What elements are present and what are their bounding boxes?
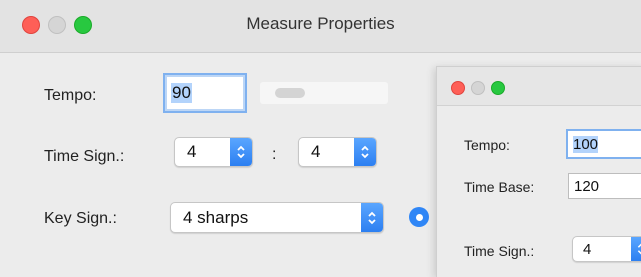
title-bar: Measure Properties	[0, 0, 641, 53]
time-sign-separator: :	[272, 146, 277, 163]
window-title: Measure Properties	[246, 14, 395, 33]
secondary-close-button[interactable]	[451, 81, 465, 95]
secondary-title-bar	[437, 67, 641, 106]
secondary-window: Tempo: 100 Time Base: 120 Time Sign.: 4	[436, 66, 641, 277]
tempo-value: 90	[171, 83, 192, 103]
secondary-time-base-label: Time Base:	[464, 179, 535, 195]
updown-icon	[361, 203, 383, 232]
updown-icon	[230, 138, 252, 166]
secondary-minimize-button[interactable]	[471, 81, 485, 95]
time-sign-numerator-value: 4	[187, 142, 197, 161]
key-sign-radio[interactable]	[409, 207, 429, 227]
secondary-tempo-field[interactable]: 100	[566, 129, 641, 159]
tempo-field[interactable]: 90	[163, 73, 247, 113]
secondary-tempo-value: 100	[573, 135, 599, 153]
time-sign-denominator-value: 4	[311, 142, 321, 161]
secondary-time-sign-popup[interactable]: 4	[572, 236, 641, 262]
secondary-time-sign-label: Time Sign.:	[464, 243, 535, 259]
time-sign-numerator-popup[interactable]: 4	[174, 137, 253, 167]
key-sign-value: 4 sharps	[183, 207, 249, 227]
time-sign-label: Time Sign.:	[44, 148, 125, 165]
secondary-tempo-label: Tempo:	[464, 137, 510, 153]
key-sign-label: Key Sign.:	[44, 210, 117, 227]
updown-icon	[631, 237, 641, 261]
tempo-slider[interactable]	[260, 82, 388, 104]
radio-dot-icon	[415, 213, 423, 221]
tempo-slider-knob[interactable]	[275, 88, 305, 98]
tempo-label: Tempo:	[44, 87, 97, 104]
time-sign-denominator-popup[interactable]: 4	[298, 137, 377, 167]
secondary-time-base-field[interactable]: 120	[568, 173, 641, 199]
secondary-time-base-value: 120	[574, 177, 600, 195]
updown-icon	[354, 138, 376, 166]
secondary-time-sign-value: 4	[583, 240, 592, 258]
key-sign-popup[interactable]: 4 sharps	[170, 202, 384, 233]
secondary-zoom-button[interactable]	[491, 81, 505, 95]
